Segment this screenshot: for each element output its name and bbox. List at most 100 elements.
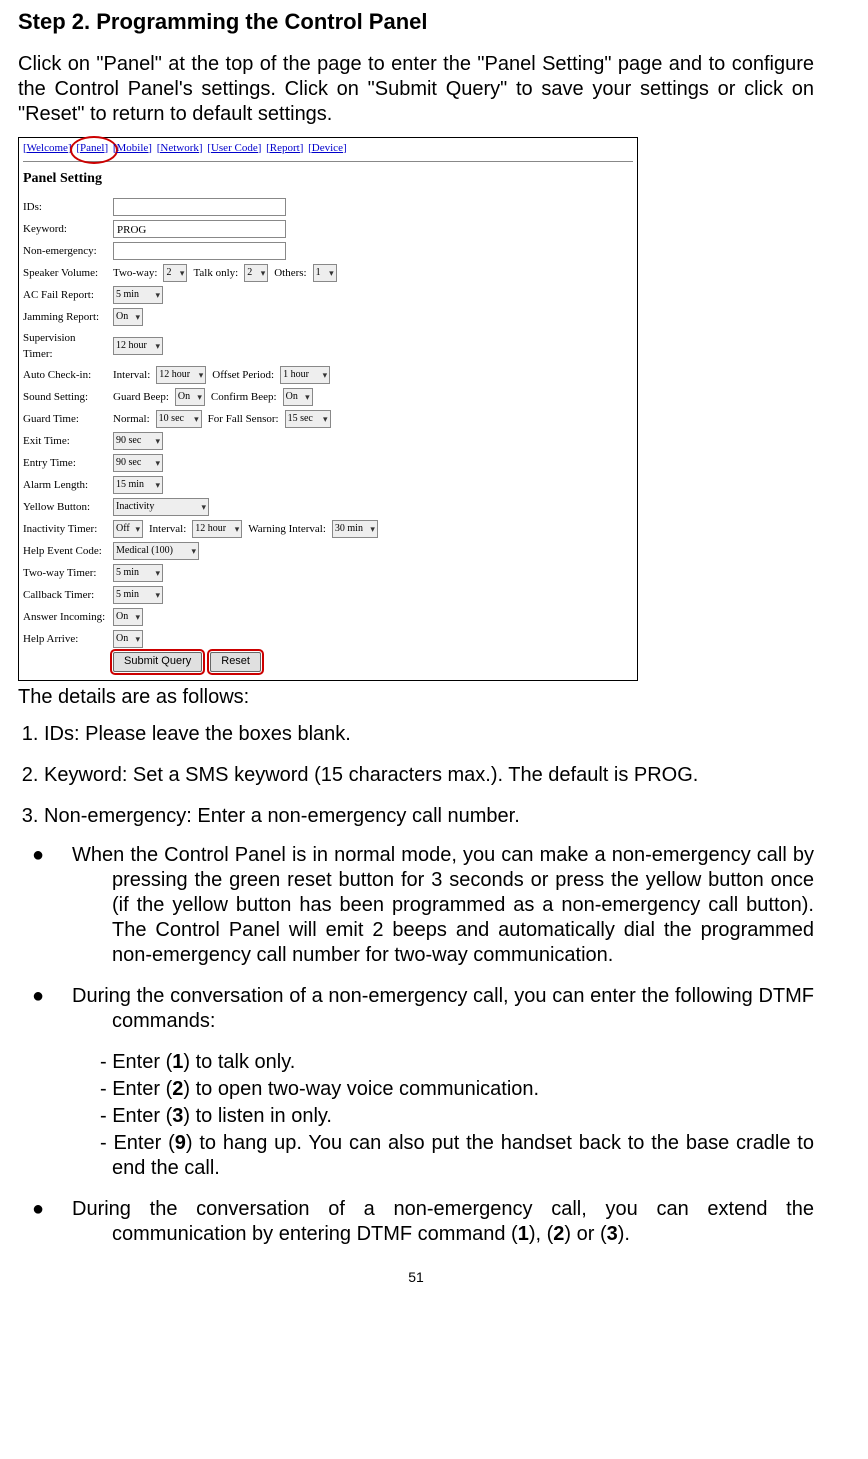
item-keyword: Keyword: Set a SMS keyword (15 character… [44,763,814,788]
select-alarm[interactable]: 15 min [113,476,163,494]
d2-key: 2 [172,1078,183,1100]
item-nonemergency: Non-emergency: Enter a non-emergency cal… [44,804,814,1247]
label-inact-warn: Warning Interval: [248,521,326,537]
d1-pre: Enter ( [112,1051,172,1073]
b3-pre: During the conversation of a non-emergen… [72,1198,814,1245]
label-guard-fall: For Fall Sensor: [208,411,279,427]
d4-pre: Enter ( [113,1132,174,1154]
d3-post: ) to listen in only. [183,1105,332,1127]
intro-paragraph: Click on "Panel" at the top of the page … [18,52,814,127]
label-guardtime: Guard Time: [23,411,107,427]
label-twoway: Two-way: [113,265,157,281]
label-helparrive: Help Arrive: [23,631,107,647]
label-callback: Callback Timer: [23,587,107,603]
label-guardbeep: Guard Beep: [113,389,169,405]
tab-device[interactable]: [Device] [308,142,346,156]
label-entry: Entry Time: [23,455,107,471]
step-heading: Step 2. Programming the Control Panel [18,8,814,36]
tab-mobile[interactable]: [Mobile] [113,142,152,156]
d1-post: ) to talk only. [183,1051,295,1073]
select-supervision[interactable]: 12 hour [113,337,163,355]
tab-bar: [Welcome] [Panel] [Mobile] [Network] [Us… [23,142,633,158]
label-inact-interval: Interval: [149,521,186,537]
submit-query-button[interactable]: Submit Query [113,652,202,672]
b3-a: 1 [518,1223,529,1245]
panel-setting-screenshot: [Welcome] [Panel] [Mobile] [Network] [Us… [18,137,638,681]
d3-pre: Enter ( [112,1105,172,1127]
label-answer: Answer Incoming: [23,609,107,625]
select-yellow[interactable]: Inactivity [113,498,209,516]
label-nonemergency: Non-emergency: [23,243,107,259]
details-list: IDs: Please leave the boxes blank. Keywo… [18,722,814,1247]
tab-welcome[interactable]: [Welcome] [23,142,72,156]
select-auto-interval[interactable]: 12 hour [156,366,206,384]
label-auto-interval: Interval: [113,367,150,383]
bullet-normal-mode-text: When the Control Panel is in normal mode… [72,844,814,966]
select-inact-onoff[interactable]: Off [113,520,143,538]
select-jamming[interactable]: On [113,308,143,326]
d4-post: ) to hang up. You can also put the hands… [112,1132,814,1179]
select-auto-offset[interactable]: 1 hour [280,366,330,384]
label-keyword: Keyword: [23,221,107,237]
select-others[interactable]: 1 [313,264,337,282]
dtmf-1: - Enter (1) to talk only. [72,1050,814,1075]
ids-input[interactable] [113,198,286,216]
tab-network[interactable]: [Network] [157,142,203,156]
bullet-extend: ●During the conversation of a non-emerge… [44,1197,814,1247]
bullet-dtmf-commands: ●During the conversation of a non-emerge… [44,984,814,1034]
tab-report[interactable]: [Report] [266,142,303,156]
label-confirmbeep: Confirm Beep: [211,389,277,405]
label-yellow: Yellow Button: [23,499,107,515]
dtmf-list: - Enter (1) to talk only. - Enter (2) to… [44,1050,814,1181]
tab-usercode[interactable]: [User Code] [207,142,261,156]
d1-key: 1 [172,1051,183,1073]
select-guard-fall[interactable]: 15 sec [285,410,331,428]
select-confirmbeep[interactable]: On [283,388,313,406]
panel-setting-title: Panel Setting [23,170,633,188]
reset-button[interactable]: Reset [210,652,261,672]
label-autocheck: Auto Check-in: [23,367,107,383]
d2-post: ) to open two-way voice communication. [183,1078,539,1100]
label-supervision: Supervision Timer: [23,330,107,362]
select-guard-normal[interactable]: 10 sec [156,410,202,428]
label-helpevent: Help Event Code: [23,543,107,559]
bullet-dtmf-text: During the conversation of a non-emergen… [72,985,814,1032]
label-talkonly: Talk only: [193,265,238,281]
d2-pre: Enter ( [112,1078,172,1100]
select-exit[interactable]: 90 sec [113,432,163,450]
label-ids: IDs: [23,199,107,215]
select-guardbeep[interactable]: On [175,388,205,406]
tab-panel[interactable]: [Panel] [76,142,108,156]
b3-b: 2 [553,1223,564,1245]
select-helparrive[interactable]: On [113,630,143,648]
label-alarm: Alarm Length: [23,477,107,493]
label-exit: Exit Time: [23,433,107,449]
d3-key: 3 [172,1105,183,1127]
select-callback[interactable]: 5 min [113,586,163,604]
page-number: 51 [18,1269,814,1287]
label-jamming: Jamming Report: [23,309,107,325]
select-twoway-timer[interactable]: 5 min [113,564,163,582]
select-answer[interactable]: On [113,608,143,626]
select-twoway[interactable]: 2 [163,264,187,282]
select-talkonly[interactable]: 2 [244,264,268,282]
b3-c: 3 [607,1223,618,1245]
label-inactivity: Inactivity Timer: [23,521,107,537]
select-entry[interactable]: 90 sec [113,454,163,472]
label-others: Others: [274,265,306,281]
b3-post: ). [618,1223,630,1245]
bullet-normal-mode: ●When the Control Panel is in normal mod… [44,843,814,968]
label-acfail: AC Fail Report: [23,287,107,303]
dtmf-3: - Enter (3) to listen in only. [72,1104,814,1129]
keyword-input[interactable]: PROG [113,220,286,238]
label-guard-normal: Normal: [113,411,150,427]
select-inact-warn[interactable]: 30 min [332,520,378,538]
item-ids: IDs: Please leave the boxes blank. [44,722,814,747]
select-helpevent[interactable]: Medical (100) [113,542,199,560]
label-twoway-timer: Two-way Timer: [23,565,107,581]
select-inact-interval[interactable]: 12 hour [192,520,242,538]
select-acfail[interactable]: 5 min [113,286,163,304]
details-caption: The details are as follows: [18,685,814,710]
label-sound: Sound Setting: [23,389,107,405]
nonemergency-input[interactable] [113,242,286,260]
